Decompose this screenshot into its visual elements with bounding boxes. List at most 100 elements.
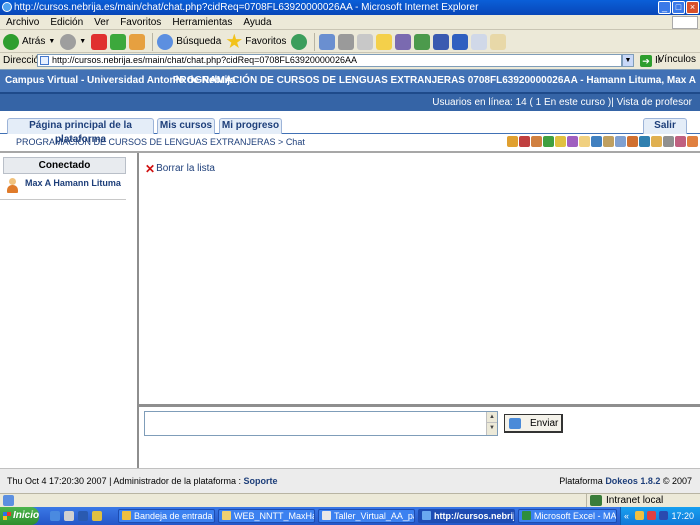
print-icon[interactable] <box>338 33 355 50</box>
address-url: http://cursos.nebrija.es/main/chat/chat.… <box>52 55 357 65</box>
maximize-button[interactable]: □ <box>672 1 685 14</box>
breadcrumb-course[interactable]: PROGRAMACIÓN DE CURSOS DE LENGUAS EXTRAN… <box>16 137 276 147</box>
quicklaunch-desktop-icon[interactable] <box>64 511 74 521</box>
menu-favoritos[interactable]: Favoritos <box>120 17 161 28</box>
forums-icon[interactable] <box>591 136 602 147</box>
message-input[interactable]: ▲ ▼ <box>144 411 498 436</box>
discuss-icon[interactable] <box>376 33 393 50</box>
research-icon[interactable] <box>395 33 412 50</box>
course-home-icon[interactable] <box>507 136 518 147</box>
menu-edicion[interactable]: Edición <box>50 17 83 28</box>
announcements-icon[interactable] <box>579 136 590 147</box>
connected-users-panel: Conectado Max A Hamann Lituma <box>0 153 139 468</box>
task-inbox-label: Bandeja de entrada - ... <box>134 511 214 521</box>
forward-dropdown-icon[interactable]: ▼ <box>79 38 86 45</box>
address-input[interactable]: http://cursos.nebrija.es/main/chat/chat.… <box>37 54 622 67</box>
platform-tabs: Página principal de la plataforma Mis cu… <box>0 117 700 145</box>
links-icon[interactable] <box>555 136 566 147</box>
menu-ayuda[interactable]: Ayuda <box>243 17 271 28</box>
quicklaunch-word-icon[interactable] <box>78 511 88 521</box>
reports-icon[interactable] <box>663 136 674 147</box>
delete-icon: ✕ <box>145 161 156 176</box>
address-dropdown-icon[interactable]: ▼ <box>622 54 634 67</box>
documents-icon[interactable] <box>531 136 542 147</box>
assignments-icon[interactable] <box>651 136 662 147</box>
history-icon[interactable] <box>291 33 308 50</box>
backup-icon[interactable] <box>687 136 698 147</box>
cut-icon[interactable] <box>452 33 469 50</box>
settings-icon[interactable] <box>675 136 686 147</box>
font-size-icon[interactable] <box>433 33 450 50</box>
close-button[interactable]: × <box>686 1 699 14</box>
agenda-icon[interactable] <box>519 136 530 147</box>
tray-antivirus-icon[interactable] <box>647 511 656 520</box>
task-browser[interactable]: http://cursos.nebrij... <box>418 509 515 523</box>
go-arrow-icon: ➔ <box>640 54 652 67</box>
back-dropdown-icon[interactable]: ▼ <box>48 38 55 45</box>
refresh-icon[interactable] <box>110 33 127 50</box>
connected-user[interactable]: Max A Hamann Lituma <box>6 178 121 193</box>
support-link[interactable]: Soporte <box>243 476 277 486</box>
page-footer: Thu Oct 4 17:20:30 2007 | Administrador … <box>0 469 700 493</box>
chat-icon[interactable] <box>639 136 650 147</box>
menu-archivo[interactable]: Archivo <box>6 17 39 28</box>
edit-icon[interactable] <box>357 33 374 50</box>
users-icon[interactable] <box>615 136 626 147</box>
task-excel[interactable]: Microsoft Excel - MAT... <box>518 509 617 523</box>
search-button[interactable]: Búsqueda <box>157 33 221 50</box>
task-browser-label: http://cursos.nebrij... <box>434 511 515 521</box>
dokeos-link[interactable]: Dokeos 1.8.2 <box>605 476 660 486</box>
back-arrow-icon <box>3 33 19 50</box>
task-inbox[interactable]: Bandeja de entrada - ... <box>118 509 215 523</box>
windows-flag-icon <box>3 512 11 520</box>
messenger-icon[interactable] <box>414 33 431 50</box>
tab-my-progress[interactable]: Mi progreso <box>219 118 282 134</box>
breadcrumb-current: Chat <box>285 137 305 147</box>
send-button[interactable]: Enviar <box>504 414 563 433</box>
clear-list-link[interactable]: ✕ Borrar la lista <box>145 161 215 176</box>
favorites-button[interactable]: Favoritos <box>226 33 286 50</box>
quiz-icon[interactable] <box>567 136 578 147</box>
mail-icon[interactable] <box>319 33 336 50</box>
tray-expand-icon[interactable]: « <box>624 507 629 525</box>
dropbox-icon[interactable] <box>603 136 614 147</box>
tray-mail-icon[interactable] <box>635 511 644 520</box>
window-controls: _ □ × <box>658 1 699 14</box>
clock[interactable]: 17:20 <box>671 507 694 525</box>
forward-button[interactable]: ▼ <box>60 33 86 50</box>
back-button[interactable]: Atrás ▼ <box>3 33 55 50</box>
menu-ver[interactable]: Ver <box>94 17 109 28</box>
copy-icon[interactable] <box>471 33 488 50</box>
links-button[interactable]: Vínculos <box>658 54 696 65</box>
menu-herramientas[interactable]: Herramientas <box>172 17 232 28</box>
online-users[interactable]: Usuarios en línea: 14 ( 1 En este curso … <box>432 97 692 108</box>
page-done-icon <box>3 495 14 506</box>
learning-path-icon[interactable] <box>543 136 554 147</box>
user-icon <box>6 178 19 193</box>
browser-toolbar: Atrás ▼ ▼ Búsqueda Favoritos <box>0 31 700 53</box>
stop-icon[interactable] <box>91 33 108 50</box>
forward-arrow-icon <box>60 33 77 50</box>
tab-platform-home[interactable]: Página principal de la plataforma <box>7 118 154 145</box>
ie-window-icon <box>422 511 431 520</box>
tray-network-icon[interactable] <box>659 511 668 520</box>
task-taller[interactable]: Taller_Virtual_AA_pa... <box>318 509 415 523</box>
tab-my-courses[interactable]: Mis cursos <box>157 118 215 134</box>
groups-icon[interactable] <box>627 136 638 147</box>
scroll-up-icon[interactable]: ▲ <box>487 412 497 423</box>
taskbar: Inicio Bandeja de entrada - ... WEB_NNTT… <box>0 507 700 525</box>
connected-title: Conectado <box>3 157 126 174</box>
address-label: Dirección <box>3 55 45 66</box>
quicklaunch-outlook-icon[interactable] <box>92 511 102 521</box>
minimize-button[interactable]: _ <box>658 1 671 14</box>
paste-icon[interactable] <box>490 33 507 50</box>
home-icon[interactable] <box>129 33 146 50</box>
task-web-folder[interactable]: WEB_NNTT_MaxHam... <box>218 509 315 523</box>
logout-button[interactable]: Salir <box>643 118 687 134</box>
zone-label: Intranet local <box>606 495 664 506</box>
message-scrollbar[interactable]: ▲ ▼ <box>486 412 497 435</box>
scroll-down-icon[interactable]: ▼ <box>487 423 497 434</box>
quicklaunch-ie-icon[interactable] <box>50 511 60 521</box>
start-button[interactable]: Inicio <box>0 507 39 525</box>
send-icon <box>509 417 521 429</box>
